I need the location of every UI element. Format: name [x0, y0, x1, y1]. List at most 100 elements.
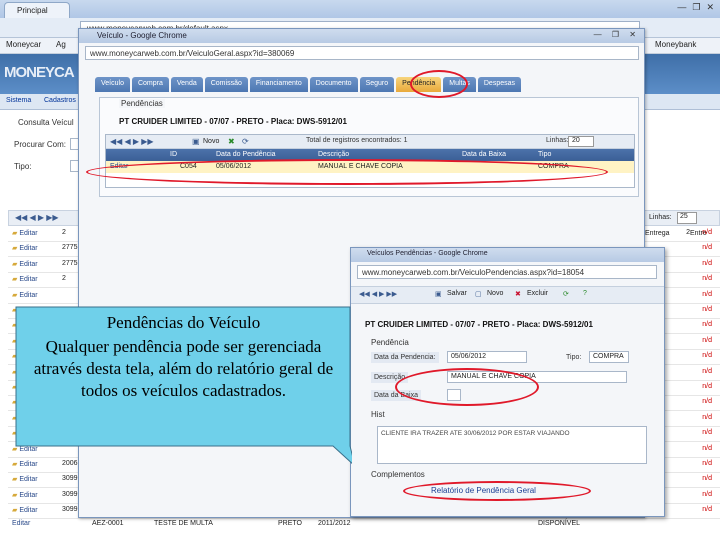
menu-item-sistema[interactable]: Sistema [6, 97, 31, 104]
new-button[interactable]: Novo [487, 290, 503, 297]
grid-toolbar: ◀◀ ◀ ▶ ▶▶ ▣ Novo ✖ ⟳ Total de registros … [106, 135, 634, 149]
pager-icon[interactable]: ◀◀ ◀ ▶ ▶▶ [110, 137, 154, 146]
tab-compra[interactable]: Compra [131, 77, 169, 92]
flag-cell: n/d [702, 383, 712, 390]
tab-veiculo[interactable]: Veículo [95, 77, 130, 92]
refresh-icon[interactable]: ⟳ [242, 137, 249, 146]
flag-cell: n/d [702, 306, 712, 313]
tab-financiamento[interactable]: Financiamento [249, 77, 308, 92]
pager-icon[interactable]: ◀◀ ◀ ▶ ▶▶ [15, 213, 59, 222]
vehicle-summary: PT CRUIDER LIMITED - 07/07 - PRETO - Pla… [365, 320, 593, 329]
window-controls[interactable]: — ❐ ✕ [594, 30, 640, 39]
history-textarea[interactable]: CLIENTE IRA TRAZER ATE 30/06/2012 POR ES… [377, 426, 647, 464]
table-row: Editar AEZ-0001 TESTE DE MULTA PRETO 201… [8, 518, 720, 532]
edit-link[interactable]: Editar [12, 244, 37, 252]
tab-venda[interactable]: Venda [170, 77, 203, 92]
edit-link[interactable]: Editar [12, 275, 37, 283]
vehicle-summary: PT CRUIDER LIMITED - 07/07 - PRETO - Pla… [119, 117, 347, 126]
bookmark-item[interactable]: Moneycar [6, 40, 41, 49]
new-icon[interactable]: ▢ [475, 290, 482, 298]
delete-icon[interactable]: ✖ [515, 290, 521, 298]
flag-cell: n/d [702, 367, 712, 375]
new-icon[interactable]: ▣ [192, 137, 200, 146]
flag-cell: n/d [702, 321, 712, 329]
consulta-title: Consulta Veícul [18, 118, 74, 127]
status-cell: DISPONÍVEL [538, 520, 581, 527]
window-title: Veículo - Google Chrome [79, 29, 644, 43]
callout-body: Qualquer pendência pode ser gerenciada a… [33, 337, 334, 400]
minimize-icon[interactable]: — [677, 2, 686, 14]
pager-icon[interactable]: ◀◀ ◀ ▶ ▶▶ [359, 290, 397, 298]
help-icon[interactable]: ? [583, 290, 587, 297]
total-records: Total de registros encontrados: 1 [306, 137, 408, 144]
type-select[interactable]: COMPRA [589, 351, 629, 363]
excel-icon[interactable]: ✖ [228, 137, 235, 146]
tab-despesas[interactable]: Despesas [477, 77, 522, 92]
column-header-desc[interactable]: Descrição [318, 151, 349, 158]
lines-select[interactable]: 20 [568, 136, 594, 147]
filter-label: Tipo: [14, 162, 32, 171]
bookmark-item[interactable]: Moneybank [655, 40, 696, 49]
flag-cell: n/d [702, 398, 712, 406]
app-logo: MONEYCA [4, 64, 75, 81]
refresh-icon[interactable]: ⟳ [563, 290, 569, 298]
flag-cell: n/d [702, 444, 712, 452]
section-legend: Complementos [371, 470, 425, 479]
date-field[interactable]: 05/06/2012 [447, 351, 527, 363]
code-cell: 2 [62, 275, 66, 283]
tab-seguro[interactable]: Seguro [359, 77, 395, 92]
new-button[interactable]: Novo [203, 138, 219, 145]
flag-cell: n/d [702, 244, 712, 252]
save-button[interactable]: Salvar [447, 290, 467, 297]
edit-link[interactable]: Editar [12, 491, 37, 499]
flag-cell: n/d [702, 336, 712, 344]
edit-link[interactable]: Editar [12, 506, 37, 514]
delivery-cell: 2 [686, 229, 690, 236]
lines-label: Linhas: [546, 137, 569, 144]
window-title: Veículos Pendências - Google Chrome [351, 248, 664, 262]
highlight-oval [410, 70, 468, 98]
tab-comissao[interactable]: Comissão [204, 77, 248, 92]
edit-link[interactable]: Editar [12, 260, 37, 268]
color-cell: PRETO [278, 520, 302, 527]
tab-title: Principal [17, 6, 48, 15]
grid-lines-select[interactable]: 25 [677, 212, 697, 224]
column-header-date[interactable]: Data do Pendência [216, 151, 276, 158]
flag-cell: n/d [702, 460, 712, 467]
column-header-type[interactable]: Tipo [538, 151, 551, 158]
grid-lines-label: Linhas: [649, 214, 672, 221]
column-header-id[interactable]: ID [170, 151, 177, 158]
browser-tab[interactable]: Principal [4, 2, 70, 18]
address-bar[interactable]: www.moneycarweb.com.br/VeiculoPendencias… [357, 265, 657, 279]
maximize-icon[interactable]: ❐ [692, 2, 700, 14]
edit-link[interactable]: Editar [12, 475, 37, 483]
callout-text: Pendências do Veículo Qualquer pendência… [26, 312, 341, 402]
filter-label: Procurar Com: [14, 140, 67, 149]
flag-cell: n/d [702, 229, 712, 236]
flag-cell: n/d [702, 506, 712, 514]
save-icon[interactable]: ▣ [435, 290, 442, 298]
flag-cell: n/d [702, 290, 712, 298]
column-header-baixa[interactable]: Data da Baixa [462, 151, 506, 158]
tab-documento[interactable]: Documento [309, 77, 358, 92]
pendencia-window: Veículos Pendências - Google Chrome www.… [350, 247, 665, 517]
field-label: Data da Pendencia: [371, 352, 439, 363]
flag-cell: n/d [702, 413, 712, 421]
delete-button[interactable]: Excluir [527, 290, 548, 297]
close-icon[interactable]: ✕ [706, 2, 714, 14]
callout-title: Pendências do Veículo [106, 313, 261, 332]
edit-link[interactable]: Editar [12, 229, 37, 237]
highlight-oval [86, 159, 608, 185]
edit-link[interactable]: Editar [12, 520, 30, 527]
menu-item-cadastros[interactable]: Cadastros [44, 97, 76, 104]
flag-cell: n/d [702, 429, 712, 437]
section-legend: Pendência [371, 338, 409, 347]
flag-cell: n/d [702, 275, 712, 283]
window-controls: — ❐ ✕ [671, 0, 720, 16]
edit-link[interactable]: Editar [12, 291, 37, 299]
plate-cell: AEZ-0001 [92, 520, 124, 527]
year-cell: 2011/2012 [318, 520, 351, 527]
bookmark-item[interactable]: Ag [56, 40, 66, 49]
address-bar[interactable]: www.moneycarweb.com.br/VeiculoGeral.aspx… [85, 46, 639, 60]
browser-tab-bar [0, 0, 720, 18]
